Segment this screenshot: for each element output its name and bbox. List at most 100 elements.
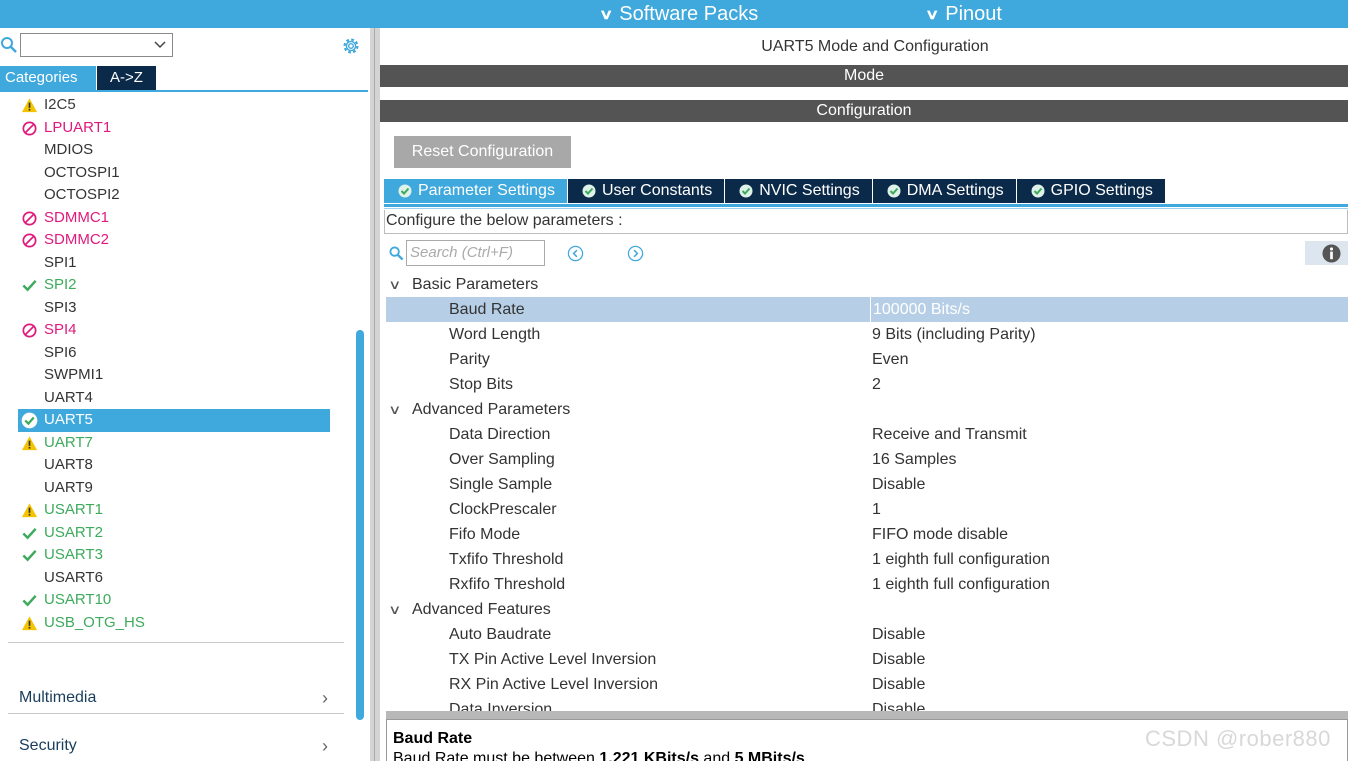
peripheral-item-uart7[interactable]: UART7 xyxy=(0,432,340,455)
param-value[interactable]: 1 eighth full configuration xyxy=(872,572,1050,597)
param-name: Baud Rate xyxy=(449,301,525,318)
tab-a-to-z[interactable]: A->Z xyxy=(96,66,156,90)
peripheral-item-octospi1[interactable]: OCTOSPI1 xyxy=(0,162,340,185)
mode-bar[interactable]: Mode xyxy=(380,65,1348,87)
next-icon[interactable] xyxy=(627,245,644,262)
section-multimedia[interactable]: Multimedia › xyxy=(19,688,344,711)
software-packs-menu[interactable]: ∨ Software Packs xyxy=(599,0,759,28)
peripheral-item-swpmi1[interactable]: SWPMI1 xyxy=(0,364,340,387)
description-splitter[interactable] xyxy=(386,711,1348,719)
chevron-down-icon: ∨ xyxy=(388,602,402,617)
peripheral-item-sdmmc2[interactable]: SDMMC2 xyxy=(0,229,340,252)
param-row-over-sampling[interactable]: Over Sampling 16 Samples xyxy=(386,447,1348,472)
search-icon[interactable] xyxy=(0,36,18,54)
pane-splitter[interactable] xyxy=(370,28,380,761)
group-advanced-features[interactable]: ∨ Advanced Features xyxy=(386,597,1348,622)
param-value[interactable]: Receive and Transmit xyxy=(872,422,1027,447)
description-prefix: Baud Rate must be between xyxy=(393,750,600,761)
software-packs-label: Software Packs xyxy=(619,3,759,25)
param-row-clockprescaler[interactable]: ClockPrescaler 1 xyxy=(386,497,1348,522)
section-label: Multimedia xyxy=(19,689,97,706)
param-row-single-sample[interactable]: Single Sample Disable xyxy=(386,472,1348,497)
peripheral-item-spi4[interactable]: SPI4 xyxy=(0,319,340,342)
param-name: Over Sampling xyxy=(449,451,555,468)
warning-icon xyxy=(21,615,38,630)
group-advanced-parameters[interactable]: ∨ Advanced Parameters xyxy=(386,397,1348,422)
peripheral-item-usart3[interactable]: USART3 xyxy=(0,544,340,567)
param-value[interactable]: 1 xyxy=(872,497,881,522)
tab-label: NVIC Settings xyxy=(759,182,860,199)
tab-parameter-settings[interactable]: Parameter Settings xyxy=(384,179,568,203)
param-row-stop-bits[interactable]: Stop Bits 2 xyxy=(386,372,1348,397)
pinout-menu[interactable]: ∨ Pinout xyxy=(925,0,1002,28)
parameter-search-input[interactable]: Search (Ctrl+F) xyxy=(406,240,545,266)
pinout-label: Pinout xyxy=(945,3,1002,25)
peripheral-label: SDMMC1 xyxy=(44,208,110,226)
chevron-right-icon: › xyxy=(322,688,328,708)
peripheral-label: UART4 xyxy=(44,388,93,406)
peripheral-item-spi2[interactable]: SPI2 xyxy=(0,274,340,297)
peripheral-label: USART1 xyxy=(44,501,103,518)
section-security[interactable]: Security › xyxy=(19,736,344,759)
peripheral-item-uart4[interactable]: UART4 xyxy=(0,387,340,410)
peripheral-item-uart9[interactable]: UART9 xyxy=(0,477,340,500)
param-value[interactable]: Disable xyxy=(872,622,925,647)
info-button[interactable] xyxy=(1305,241,1348,265)
param-value[interactable]: 9 Bits (including Parity) xyxy=(872,322,1036,347)
param-row-baud-rate[interactable]: Baud Rate 100000 Bits/s xyxy=(386,297,1348,322)
peripheral-item-usart6[interactable]: USART6 xyxy=(0,567,340,590)
previous-icon[interactable] xyxy=(567,245,584,262)
param-value[interactable]: Disable xyxy=(872,672,925,697)
param-row-data-direction[interactable]: Data Direction Receive and Transmit xyxy=(386,422,1348,447)
peripheral-item-uart5[interactable]: UART5 xyxy=(18,409,330,432)
param-row-auto-baudrate[interactable]: Auto Baudrate Disable xyxy=(386,622,1348,647)
peripheral-item-lpuart1[interactable]: LPUART1 xyxy=(0,117,340,140)
peripheral-item-spi6[interactable]: SPI6 xyxy=(0,342,340,365)
tab-user-constants[interactable]: User Constants xyxy=(567,179,726,203)
peripheral-item-usb_otg_hs[interactable]: USB_OTG_HS xyxy=(0,612,340,635)
peripheral-label: UART8 xyxy=(44,456,93,473)
peripheral-item-octospi2[interactable]: OCTOSPI2 xyxy=(0,184,340,207)
peripheral-item-mdios[interactable]: MDIOS xyxy=(0,139,340,162)
param-row-tx-pin-active-level-inversion[interactable]: TX Pin Active Level Inversion Disable xyxy=(386,647,1348,672)
param-row-word-length[interactable]: Word Length 9 Bits (including Parity) xyxy=(386,322,1348,347)
search-icon xyxy=(389,246,404,261)
peripheral-item-sdmmc1[interactable]: SDMMC1 xyxy=(0,207,340,230)
peripheral-item-spi1[interactable]: SPI1 xyxy=(0,252,340,275)
peripheral-label: USB_OTG_HS xyxy=(44,613,145,631)
reset-configuration-button[interactable]: Reset Configuration xyxy=(394,136,571,168)
peripheral-item-uart8[interactable]: UART8 xyxy=(0,454,340,477)
peripheral-label: USART3 xyxy=(44,546,103,563)
param-value[interactable]: FIFO mode disable xyxy=(872,522,1008,547)
peripheral-item-usart1[interactable]: USART1 xyxy=(0,499,340,522)
page-title: UART5 Mode and Configuration xyxy=(761,38,989,55)
param-name: Data Direction xyxy=(449,426,551,443)
param-value[interactable]: 2 xyxy=(872,372,881,397)
category-filter-select[interactable] xyxy=(20,33,173,57)
param-row-parity[interactable]: Parity Even xyxy=(386,347,1348,372)
description-min: 1.221 KBits/s xyxy=(599,750,699,761)
param-value[interactable]: 1 eighth full configuration xyxy=(872,547,1050,572)
param-value[interactable]: 100000 Bits/s xyxy=(870,297,1348,322)
tab-dma-settings[interactable]: DMA Settings xyxy=(872,179,1017,203)
group-label: Advanced Features xyxy=(412,601,551,618)
peripheral-item-usart10[interactable]: USART10 xyxy=(0,589,340,612)
param-value[interactable]: Disable xyxy=(872,472,925,497)
group-basic-parameters[interactable]: ∨ Basic Parameters xyxy=(386,272,1348,297)
peripheral-item-usart2[interactable]: USART2 xyxy=(0,522,340,545)
param-value[interactable]: 16 Samples xyxy=(872,447,957,472)
param-value[interactable]: Even xyxy=(872,347,908,372)
param-row-rx-pin-active-level-inversion[interactable]: RX Pin Active Level Inversion Disable xyxy=(386,672,1348,697)
param-row-rxfifo-threshold[interactable]: Rxfifo Threshold 1 eighth full configurat… xyxy=(386,572,1348,597)
param-row-fifo-mode[interactable]: Fifo Mode FIFO mode disable xyxy=(386,522,1348,547)
tab-categories[interactable]: Categories xyxy=(0,66,96,90)
configuration-bar[interactable]: Configuration xyxy=(380,100,1348,122)
tab-nvic-settings[interactable]: NVIC Settings xyxy=(725,179,873,203)
gear-icon[interactable] xyxy=(340,35,362,57)
peripheral-item-spi3[interactable]: SPI3 xyxy=(0,297,340,320)
param-value[interactable]: Disable xyxy=(872,647,925,672)
peripheral-item-i2c5[interactable]: I2C5 xyxy=(0,94,340,117)
param-row-txfifo-threshold[interactable]: Txfifo Threshold 1 eighth full configurat… xyxy=(386,547,1348,572)
left-scrollbar[interactable] xyxy=(356,330,364,720)
tab-gpio-settings[interactable]: GPIO Settings xyxy=(1016,179,1166,203)
